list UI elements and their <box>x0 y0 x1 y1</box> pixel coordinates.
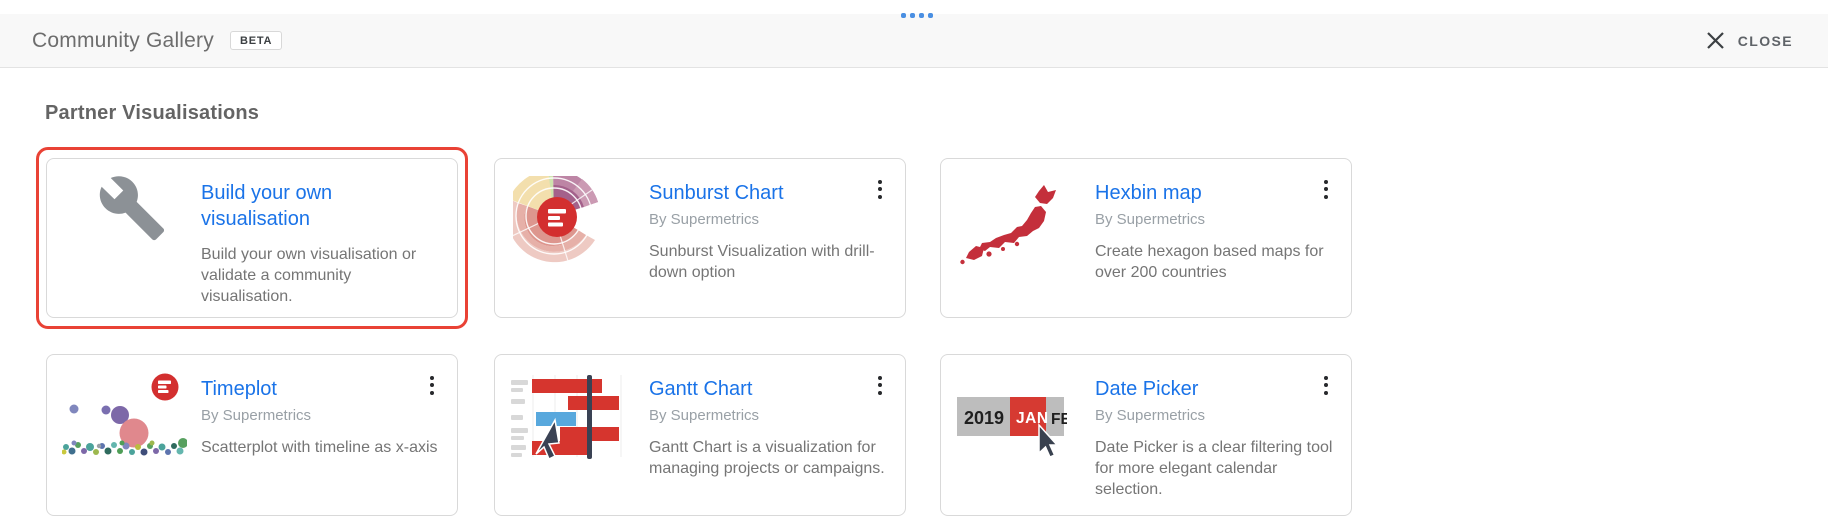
card-sunburst-chart[interactable]: Sunburst Chart By Supermetrics Sunburst … <box>494 158 906 318</box>
card-build-your-own-visualisation[interactable]: Build your own visualisation Build your … <box>46 158 458 318</box>
beta-badge: BETA <box>230 31 282 50</box>
supermetrics-badge-icon <box>537 197 577 237</box>
japan-map-thumbnail <box>959 181 1065 271</box>
card-description: Date Picker is a clear filtering tool fo… <box>1095 437 1341 500</box>
card-menu-button[interactable] <box>870 176 890 202</box>
card-byline: By Supermetrics <box>201 407 447 424</box>
card-title[interactable]: Hexbin map <box>1095 180 1341 206</box>
section-title: Partner Visualisations <box>45 102 259 125</box>
supermetrics-badge-icon <box>152 374 179 401</box>
close-icon[interactable] <box>1706 31 1725 50</box>
selected-month-label: JAN <box>1016 410 1049 427</box>
wrench-icon <box>97 173 167 243</box>
card-title[interactable]: Date Picker <box>1095 376 1341 402</box>
card-menu-button[interactable] <box>1316 176 1336 202</box>
card-timeplot[interactable]: Timeplot By Supermetrics Scatterplot wit… <box>46 354 458 516</box>
year-label: 2019 <box>964 408 1004 428</box>
card-byline: By Supermetrics <box>649 407 895 424</box>
card-title[interactable]: Build your own visualisation <box>201 180 419 232</box>
dialog-title: Community Gallery <box>32 29 214 53</box>
card-menu-button[interactable] <box>422 372 442 398</box>
card-byline: By Supermetrics <box>1095 407 1341 424</box>
card-title[interactable]: Timeplot <box>201 376 447 402</box>
gantt-chart-thumbnail <box>511 375 631 461</box>
close-button[interactable]: CLOSE <box>1706 31 1793 50</box>
card-hexbin-map[interactable]: Hexbin map By Supermetrics Create hexago… <box>940 158 1352 318</box>
card-description: Scatterplot with timeline as x-axis <box>201 437 447 458</box>
next-month-label: FE <box>1051 411 1067 428</box>
sunburst-chart-thumbnail <box>513 176 617 288</box>
card-menu-button[interactable] <box>870 372 890 398</box>
community-gallery-dialog: Community Gallery BETA CLOSE Partner Vis… <box>0 0 1828 530</box>
card-byline: By Supermetrics <box>1095 211 1341 228</box>
card-description: Sunburst Visualization with drill-down o… <box>649 241 895 283</box>
cursor-icon <box>536 420 559 459</box>
gallery-header: Community Gallery BETA CLOSE <box>0 14 1828 68</box>
card-description: Build your own visualisation or validate… <box>201 244 419 307</box>
scatterplot-thumbnail <box>62 373 187 459</box>
card-title[interactable]: Sunburst Chart <box>649 180 895 206</box>
canvas-page-dots-icon <box>901 13 933 18</box>
card-date-picker[interactable]: 2019 JAN FE Date Picker By Supermetrics … <box>940 354 1352 516</box>
card-title[interactable]: Gantt Chart <box>649 376 895 402</box>
cursor-icon <box>1039 425 1057 457</box>
card-gantt-chart[interactable]: Gantt Chart By Supermetrics Gantt Chart … <box>494 354 906 516</box>
date-picker-thumbnail: 2019 JAN FE <box>957 397 1067 465</box>
close-label[interactable]: CLOSE <box>1738 33 1793 49</box>
card-byline: By Supermetrics <box>649 211 895 228</box>
card-description: Create hexagon based maps for over 200 c… <box>1095 241 1341 283</box>
card-menu-button[interactable] <box>1316 372 1336 398</box>
card-description: Gantt Chart is a visualization for manag… <box>649 437 895 479</box>
